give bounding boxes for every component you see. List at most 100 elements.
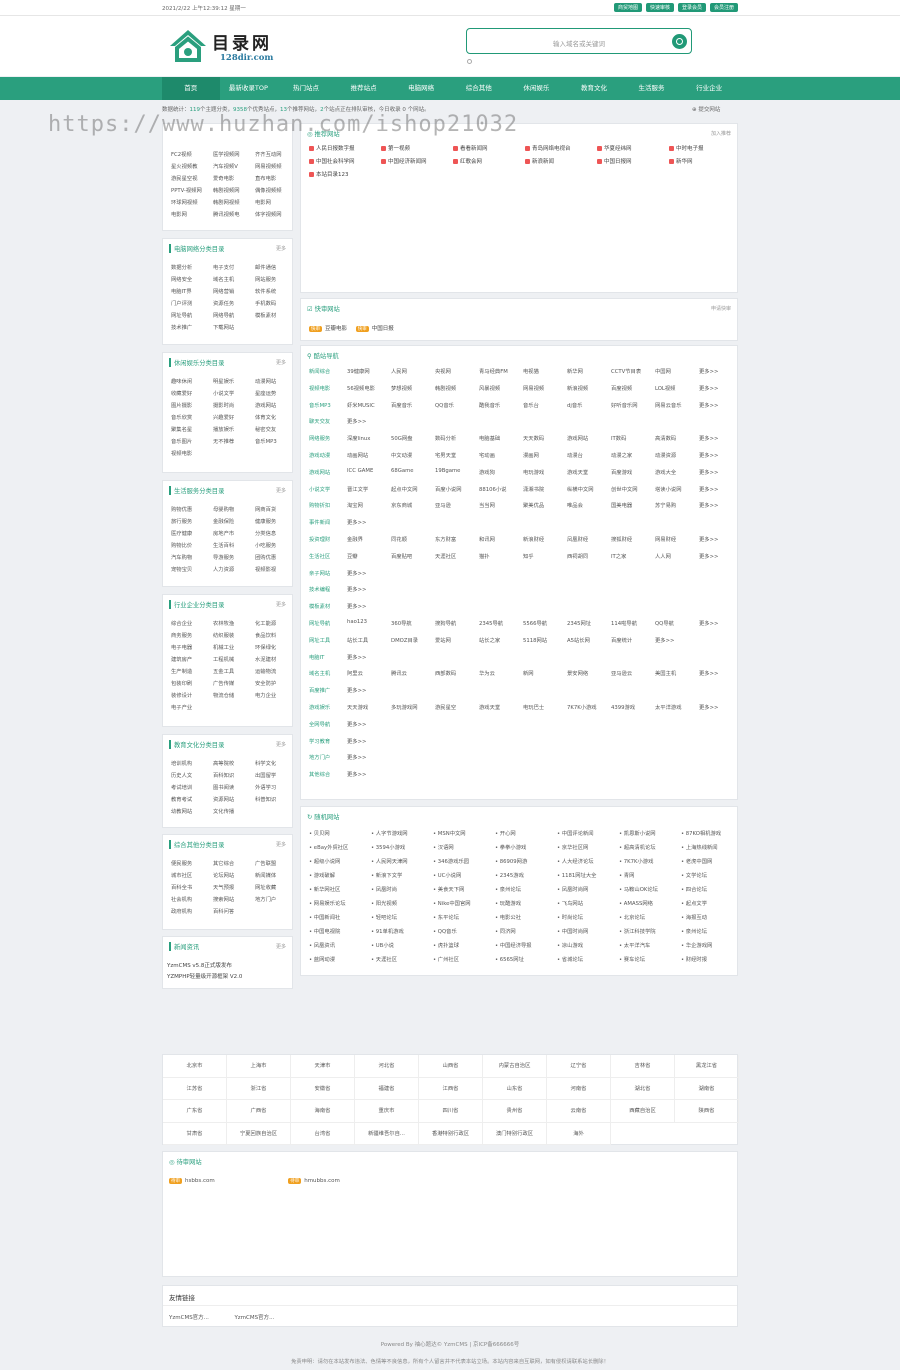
category-link[interactable]: 电子产业 (171, 703, 213, 711)
nav2-row-site[interactable]: 游戏天堂 (479, 703, 523, 711)
random-site[interactable]: • MSN中文网 (433, 829, 495, 837)
nav2-row-site[interactable]: ICC GAME (347, 468, 391, 476)
nav2-row-site[interactable]: 2345网址 (567, 619, 611, 627)
nav2-row-site[interactable]: 央视网 (435, 367, 479, 375)
category-link[interactable]: 星座运势 (255, 389, 297, 397)
random-site[interactable]: • eBay外贸社区 (309, 843, 371, 851)
nav-item[interactable]: 教育文化 (565, 77, 623, 100)
category-link[interactable]: 网站服务 (255, 275, 297, 283)
random-site[interactable]: • AMASS网络 (619, 899, 681, 907)
random-site[interactable]: • 马鞍山OK论坛 (619, 885, 681, 893)
nav2-row-category[interactable]: 其他综合 (309, 770, 347, 778)
category-link[interactable]: 包装印刷 (171, 679, 213, 687)
nav2-row-site[interactable]: 电脑基础 (479, 434, 523, 442)
category-link[interactable]: 偶像视频频 (255, 186, 297, 194)
nav2-row-site[interactable]: QQ音乐 (435, 401, 479, 409)
category-link[interactable]: 历史人文 (171, 771, 213, 779)
left-card-more[interactable]: 更多 (276, 487, 286, 494)
nav2-row-site[interactable]: 56视频电影 (347, 384, 391, 392)
category-link[interactable]: 培训机构 (171, 759, 213, 767)
nav2-row-site[interactable]: 阿里云 (347, 669, 391, 677)
random-site[interactable]: • QQ音乐 (433, 927, 495, 935)
left-card-more[interactable]: 更多 (276, 943, 286, 950)
category-link[interactable]: 高等院校 (213, 759, 255, 767)
nav2-row-site[interactable]: 豆瓣 (347, 552, 391, 560)
pending-item[interactable]: hsbbs.com (185, 1178, 215, 1184)
quick-item[interactable]: 中国日报 (372, 326, 394, 332)
recommend-site[interactable]: 中时电子报 (669, 144, 741, 152)
category-link[interactable]: 购物优惠 (171, 505, 213, 513)
province-link[interactable]: 上海市 (227, 1055, 291, 1078)
category-link[interactable]: 门户评测 (171, 299, 213, 307)
category-link[interactable]: 农林牧渔 (213, 619, 255, 627)
category-link[interactable]: 百科问答 (213, 907, 255, 915)
nav2-row-site[interactable]: 百度音乐 (391, 401, 435, 409)
category-link[interactable]: 文化传播 (213, 807, 255, 815)
nav2-row-site[interactable]: 更多>> (699, 401, 743, 409)
category-link[interactable]: 游民星空视 (171, 174, 213, 182)
nav2-row-site[interactable]: 腾讯云 (391, 669, 435, 677)
nav2-row-site[interactable]: 游戏网站 (567, 434, 611, 442)
nav2-row-site[interactable]: 电玩巴士 (523, 703, 567, 711)
category-link[interactable]: 音乐欣赏 (171, 413, 213, 421)
nav2-row-site[interactable]: 网易财经 (655, 535, 699, 543)
nav2-row-site[interactable]: 凤凰财经 (567, 535, 611, 543)
nav2-row-site[interactable]: hao123 (347, 619, 391, 627)
random-site[interactable]: • 文学论坛 (681, 871, 743, 879)
random-site[interactable]: • UC小说网 (433, 871, 495, 879)
random-site[interactable]: • 3594小游戏 (371, 843, 433, 851)
category-link[interactable]: 动漫网站 (255, 377, 297, 385)
news-item[interactable]: YZMPHP轻量级开源框架 V2.0 (167, 972, 242, 983)
random-site[interactable]: • 2345游戏 (495, 871, 557, 879)
random-site[interactable]: • 飞鸟网站 (557, 899, 619, 907)
nav2-row-site[interactable]: 天天游戏 (347, 703, 391, 711)
nav2-row-site[interactable]: 站长之家 (479, 636, 523, 644)
category-link[interactable]: 摄影时尚 (213, 401, 255, 409)
province-link[interactable]: 北京市 (163, 1055, 227, 1078)
random-site[interactable]: • 游戏破解 (309, 871, 371, 879)
category-link[interactable]: 音乐图片 (171, 437, 213, 445)
recommend-site[interactable]: 青岛网络电视台 (525, 144, 597, 152)
province-link[interactable]: 香港特别行政区 (419, 1122, 483, 1145)
nav2-row-site[interactable]: 太平洋游戏 (655, 703, 699, 711)
nav2-row-site[interactable]: 塔读小说网 (655, 485, 699, 493)
category-link[interactable]: 韩剧网视频 (213, 198, 255, 206)
category-link[interactable]: 图片摄影 (171, 401, 213, 409)
province-link[interactable]: 湖南省 (675, 1077, 739, 1100)
nav2-row-site[interactable]: 更多>> (347, 653, 391, 661)
nav2-row-category[interactable]: 网址导航 (309, 619, 347, 627)
category-link[interactable]: 邮件通信 (255, 263, 297, 271)
nav2-row-site[interactable]: 更多>> (655, 636, 699, 644)
news-item[interactable]: YzmCMS v5.8正式版发布 (167, 961, 242, 972)
random-site[interactable]: • 人字节游戏网 (371, 829, 433, 837)
category-link[interactable]: 医学视频网 (213, 150, 255, 158)
nav2-row-site[interactable]: 新网 (523, 669, 567, 677)
category-link[interactable]: 电影网 (171, 210, 213, 218)
nav2-row-site[interactable]: IT之家 (611, 552, 655, 560)
nav2-row-site[interactable]: 金融界 (347, 535, 391, 543)
category-link[interactable]: 物流仓储 (213, 691, 255, 699)
category-link[interactable]: 汽车购物 (171, 553, 213, 561)
random-site[interactable]: • 凤凰时尚 (371, 885, 433, 893)
category-link[interactable]: 网络营销 (213, 287, 255, 295)
category-link[interactable]: 搜索网站 (213, 895, 255, 903)
province-link[interactable]: 甘肃省 (163, 1122, 227, 1145)
random-site[interactable]: • 贝贝网 (309, 829, 371, 837)
province-link[interactable]: 福建省 (355, 1077, 419, 1100)
random-site[interactable]: • 电影公社 (495, 913, 557, 921)
category-link[interactable]: 宠物宝贝 (171, 565, 213, 573)
nav2-row-site[interactable]: 亚马逊 (435, 501, 479, 509)
nav2-row-site[interactable]: 更多>> (699, 501, 743, 509)
nav2-row-site[interactable]: 更多>> (347, 585, 391, 593)
category-link[interactable]: 分类信息 (255, 529, 297, 537)
category-link[interactable]: 环保绿化 (255, 643, 297, 651)
nav2-row-site[interactable]: 更多>> (347, 569, 391, 577)
random-site[interactable]: • 凤凰资讯 (309, 941, 371, 949)
category-link[interactable]: 收藏爱好 (171, 389, 213, 397)
nav-item[interactable]: 首页 (162, 77, 220, 100)
category-link[interactable]: 百科知识 (213, 771, 255, 779)
nav2-row-category[interactable]: 新闻综合 (309, 367, 347, 375)
category-link[interactable]: 网商百货 (255, 505, 297, 513)
recommend-site[interactable]: 本站目录123 (309, 170, 381, 178)
category-link[interactable]: 旅行服务 (171, 517, 213, 525)
